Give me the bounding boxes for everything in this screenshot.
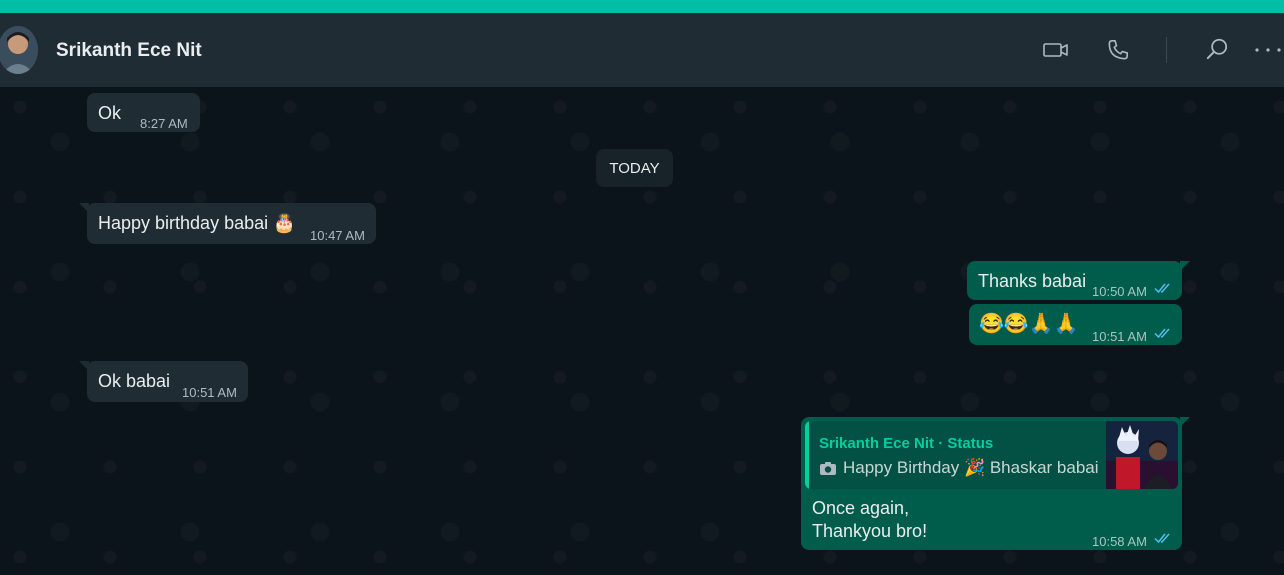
quote-accent-bar: [805, 421, 809, 489]
more-options-icon[interactable]: [1253, 35, 1283, 65]
read-receipt-icon: [1154, 283, 1170, 294]
chat-header: Srikanth Ece Nit: [0, 13, 1284, 87]
bubble-tail: [79, 361, 89, 371]
chat-panel[interactable]: Ok 8:27 AM TODAY Happy birthday babai 🎂 …: [0, 87, 1284, 575]
reply-line-1: Once again,: [812, 498, 910, 518]
reply-text: Once again, Thankyou bro!: [812, 497, 927, 543]
bubble-tail: [79, 203, 89, 213]
message-bubble-outgoing[interactable]: Thanks babai 10:50 AM: [967, 261, 1190, 300]
message-time: 10:47 AM: [310, 228, 365, 243]
video-call-icon[interactable]: [1041, 35, 1071, 65]
camera-icon: [820, 461, 836, 475]
contact-avatar[interactable]: [0, 26, 38, 74]
quoted-author: Srikanth Ece Nit · Status: [819, 435, 994, 452]
date-separator: TODAY: [596, 149, 673, 187]
message-time: 10:51 AM: [182, 385, 237, 400]
message-bubble-incoming[interactable]: Ok babai 10:51 AM: [79, 361, 248, 402]
quoted-text-row: Happy Birthday 🎉 Bhaskar babai: [819, 457, 1099, 479]
search-icon[interactable]: [1202, 35, 1232, 65]
message-bubble-outgoing-reply[interactable]: Srikanth Ece Nit · Status Happy Birthday…: [801, 417, 1190, 550]
read-receipt-icon: [1154, 328, 1170, 339]
window-top-bar: [0, 0, 1284, 13]
message-bubble-incoming[interactable]: Happy birthday babai 🎂 10:47 AM: [79, 203, 376, 244]
quoted-status[interactable]: Srikanth Ece Nit · Status Happy Birthday…: [805, 421, 1178, 489]
message-bubble-incoming[interactable]: Ok 8:27 AM: [87, 93, 200, 132]
contact-name[interactable]: Srikanth Ece Nit: [56, 40, 202, 62]
read-receipt-icon: [1154, 533, 1170, 544]
bubble-tail: [1180, 417, 1190, 427]
status-thumbnail: [1106, 421, 1178, 489]
message-time: 8:27 AM: [140, 116, 188, 131]
message-time: 10:58 AM: [1092, 534, 1147, 549]
message-text: Ok: [98, 103, 122, 123]
message-emoji: 😂😂🙏🙏: [979, 313, 1079, 335]
message-time: 10:51 AM: [1092, 329, 1147, 344]
bubble-tail: [1180, 261, 1190, 271]
message-time: 10:50 AM: [1092, 284, 1147, 299]
voice-call-icon[interactable]: [1103, 35, 1133, 65]
message-text: Thanks babai: [978, 271, 1087, 291]
message-text: Happy birthday babai 🎂: [98, 213, 296, 233]
header-divider: [1166, 37, 1167, 63]
reply-line-2: Thankyou bro!: [812, 521, 928, 541]
message-bubble-outgoing[interactable]: 😂😂🙏🙏 10:51 AM: [969, 304, 1182, 345]
quoted-text: Happy Birthday 🎉 Bhaskar babai: [843, 458, 1099, 477]
message-text: Ok babai: [98, 371, 171, 391]
